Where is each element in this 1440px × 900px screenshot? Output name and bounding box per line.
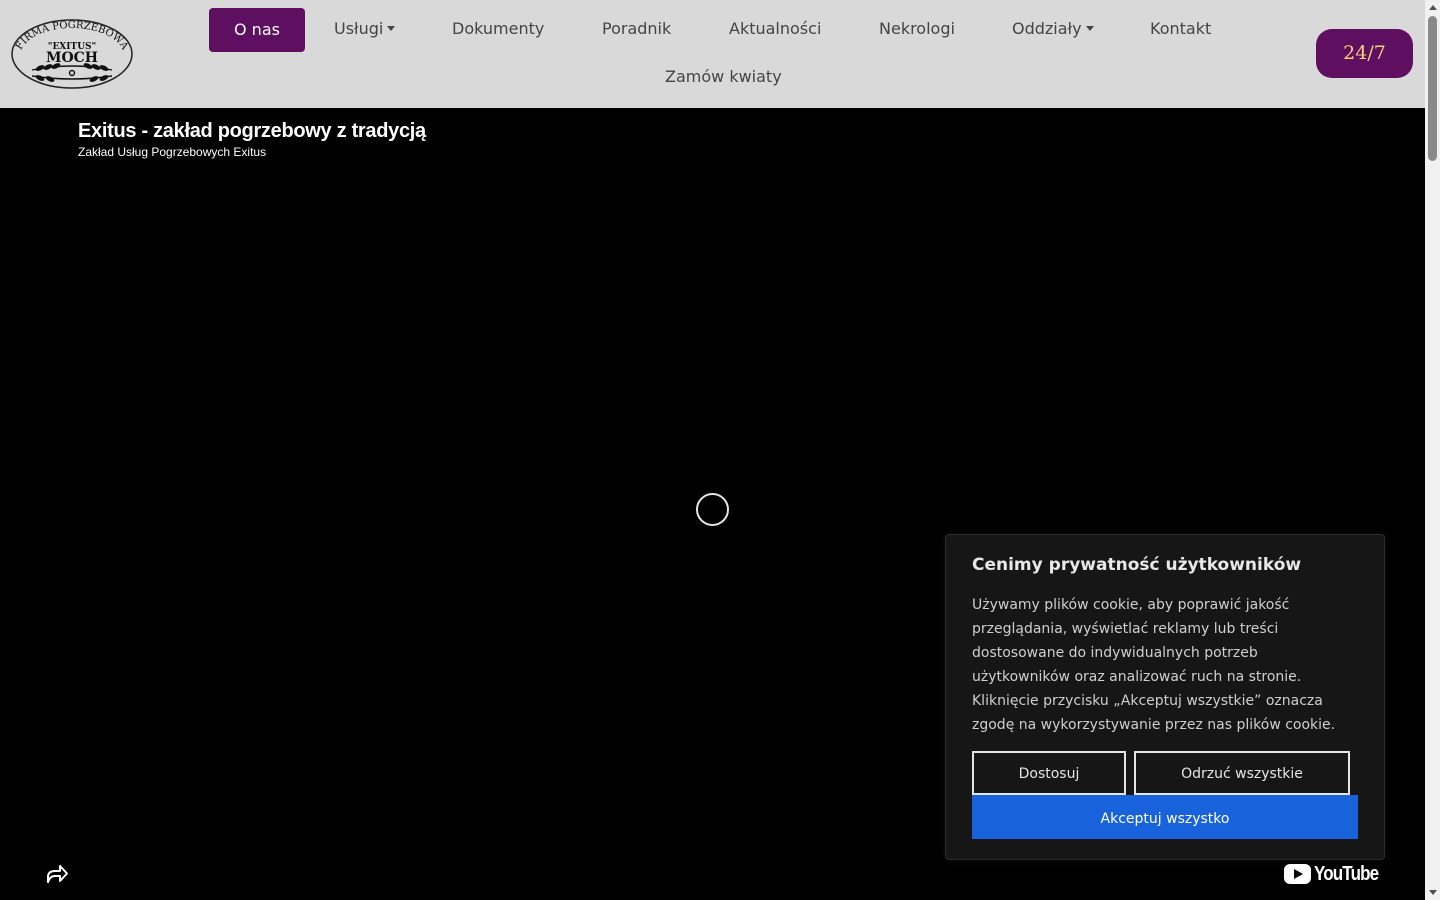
nav-label: Kontakt	[1150, 19, 1212, 38]
nav-oddzialy[interactable]: Oddziały	[1012, 7, 1094, 51]
cookie-description: Używamy plików cookie, aby poprawić jako…	[972, 597, 1336, 733]
nav-label: Nekrologi	[879, 19, 955, 38]
nav-zamow-kwiaty[interactable]: Zamów kwiaty	[665, 55, 782, 99]
page-scrollbar[interactable]	[1425, 0, 1440, 900]
caret-down-icon	[1085, 26, 1094, 31]
cookie-customize-button[interactable]: Dostosuj	[972, 751, 1126, 795]
nav-label: O nas	[234, 20, 280, 39]
video-title[interactable]: Exitus - zakład pogrzebowy z tradycją	[78, 120, 426, 143]
logo-line2: MOCH	[46, 50, 98, 66]
youtube-play-icon	[1284, 864, 1311, 884]
cookie-reject-all-button[interactable]: Odrzuć wszystkie	[1134, 751, 1350, 795]
site-header: FIRMA POGRZEBOWA "EXITUS" MOCH O nas Usł…	[0, 0, 1425, 108]
youtube-wordmark: YouTube	[1314, 862, 1379, 885]
scroll-thumb[interactable]	[1428, 16, 1437, 161]
nav-label: Oddziały	[1012, 19, 1082, 38]
nav-nekrologi[interactable]: Nekrologi	[879, 7, 955, 51]
cookie-title: Cenimy prywatność użytkowników	[972, 555, 1302, 575]
youtube-logo[interactable]: YouTube	[1284, 862, 1390, 886]
scroll-down-arrow-icon[interactable]	[1429, 890, 1437, 895]
share-icon[interactable]	[44, 861, 70, 887]
scroll-up-arrow-icon[interactable]	[1429, 5, 1437, 10]
nav-label: Poradnik	[602, 19, 672, 38]
nav-kontakt[interactable]: Kontakt	[1150, 7, 1211, 51]
cookie-consent-banner: Cenimy prywatność użytkowników Używamy p…	[945, 534, 1385, 860]
company-logo[interactable]: FIRMA POGRZEBOWA "EXITUS" MOCH	[10, 18, 134, 90]
nav-aktualnosci[interactable]: Aktualności	[729, 7, 821, 51]
nav-label: Usługi	[334, 19, 384, 38]
cookie-accept-all-button[interactable]: Akceptuj wszystko	[972, 795, 1358, 839]
logo-emblem-icon: FIRMA POGRZEBOWA "EXITUS" MOCH	[11, 19, 133, 89]
video-channel-name[interactable]: Zakład Usług Pogrzebowych Exitus	[78, 145, 266, 159]
hotline-24-7-button[interactable]: 24/7	[1316, 29, 1413, 78]
caret-down-icon	[387, 26, 396, 31]
nav-uslugi[interactable]: Usługi	[334, 7, 396, 51]
nav-label: Dokumenty	[452, 19, 545, 38]
nav-label: Zamów kwiaty	[665, 67, 782, 86]
nav-poradnik[interactable]: Poradnik	[602, 7, 671, 51]
nav-dokumenty[interactable]: Dokumenty	[452, 7, 544, 51]
loading-spinner-icon	[696, 493, 729, 526]
nav-label: Aktualności	[729, 19, 822, 38]
nav-o-nas[interactable]: O nas	[209, 8, 305, 52]
